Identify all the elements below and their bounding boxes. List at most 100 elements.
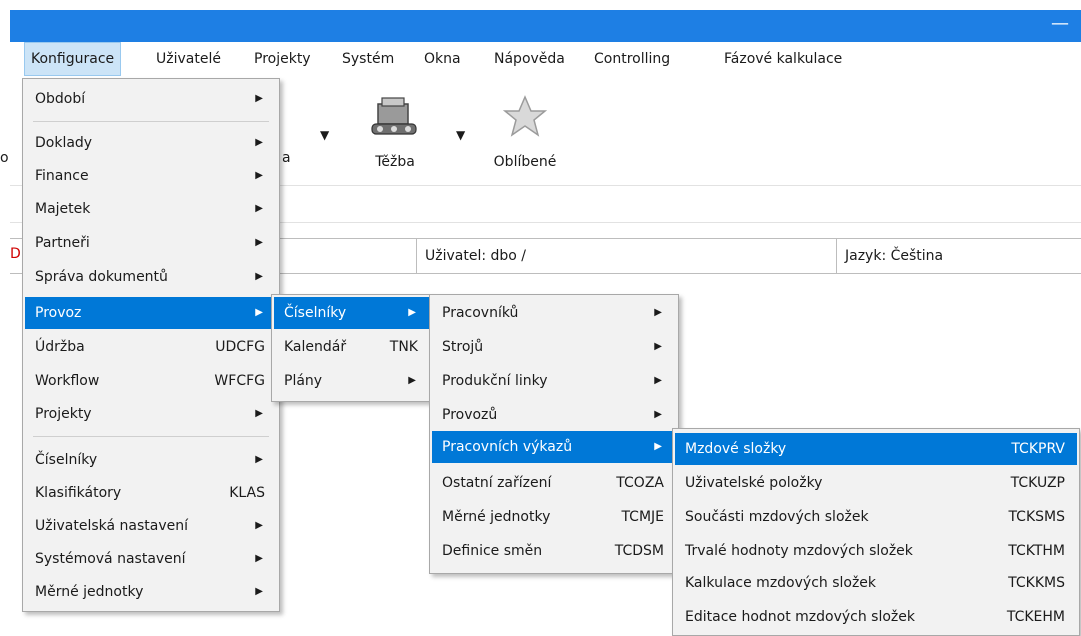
menu-item-label: Provozů — [442, 407, 498, 423]
menu-item-projekty[interactable]: Projekty ▶ — [25, 398, 277, 430]
menu-item-klasifikatory[interactable]: Klasifikátory KLAS — [25, 477, 277, 509]
submenu-arrow-icon: ▶ — [255, 408, 263, 419]
submenu-arrow-icon: ▶ — [654, 341, 662, 352]
menu-item-shortcut: TNK — [389, 339, 418, 355]
menu-item-pracovniku[interactable]: Pracovníků ▶ — [432, 297, 676, 329]
menu-item-label: Projekty — [35, 406, 92, 422]
minimize-icon[interactable]: — — [1051, 13, 1069, 34]
menu-item-ciselniky[interactable]: Číselníky ▶ — [274, 297, 430, 329]
menu-item-label: Číselníky — [35, 452, 98, 468]
menu-item-workflow[interactable]: Workflow WFCFG — [25, 365, 277, 397]
menu-item-uzivatelska-nastaveni[interactable]: Uživatelská nastavení ▶ — [25, 510, 277, 542]
submenu-arrow-icon: ▶ — [654, 307, 662, 318]
menu-item-shortcut: TCOZA — [616, 475, 664, 491]
menu-item-shortcut: UDCFG — [215, 339, 265, 355]
tezba-button[interactable]: Těžba — [350, 88, 440, 178]
submenu-arrow-icon: ▶ — [654, 441, 662, 452]
menu-item-label: Správa dokumentů — [35, 269, 168, 285]
menu-item-shortcut: TCKEHM — [1006, 609, 1065, 625]
menu-item-systemova-nastaveni[interactable]: Systémová nastavení ▶ — [25, 543, 277, 575]
menu-item-provoz[interactable]: Provoz ▶ — [25, 297, 277, 329]
submenu-arrow-icon: ▶ — [255, 170, 263, 181]
provoz-submenu: Číselníky ▶ Kalendář TNK Plány ▶ — [271, 294, 433, 402]
menu-item-label: Produkční linky — [442, 373, 548, 389]
oblibene-button[interactable]: Oblíbené — [480, 88, 570, 178]
title-bar: — — [10, 10, 1081, 42]
submenu-arrow-icon: ▶ — [255, 137, 263, 148]
menu-item-shortcut: TCKUZP — [1010, 475, 1065, 491]
menu-item-label: Finance — [35, 168, 89, 184]
submenu-arrow-icon: ▶ — [255, 307, 263, 318]
menu-item-label: Pracovníků — [442, 305, 519, 321]
dropdown-arrow-icon[interactable]: ▼ — [456, 128, 465, 142]
submenu-arrow-icon: ▶ — [255, 520, 263, 531]
menu-item-majetek[interactable]: Majetek ▶ — [25, 193, 277, 225]
menu-item-label: Součásti mzdových složek — [685, 509, 869, 525]
submenu-arrow-icon: ▶ — [255, 553, 263, 564]
menu-item-plany[interactable]: Plány ▶ — [274, 365, 430, 397]
menu-item-sprava-dokumentu[interactable]: Správa dokumentů ▶ — [25, 261, 277, 293]
menu-item-shortcut: KLAS — [229, 485, 265, 501]
menu-item-stroju[interactable]: Strojů ▶ — [432, 331, 676, 363]
submenu-arrow-icon: ▶ — [654, 375, 662, 386]
menu-item-label: Doklady — [35, 135, 93, 151]
menu-item-mzdove-slozky[interactable]: Mzdové složky TCKPRV — [675, 433, 1077, 465]
menubar-item-napoveda[interactable]: Nápověda — [488, 42, 571, 76]
oblibene-label: Oblíbené — [493, 154, 557, 170]
menu-item-shortcut: TCKSMS — [1008, 509, 1065, 525]
menu-item-shortcut: TCDSM — [614, 543, 664, 559]
menu-item-label: Workflow — [35, 373, 100, 389]
menubar-item-uzivatele[interactable]: Uživatelé — [150, 42, 227, 76]
tezba-label: Těžba — [375, 154, 415, 170]
menu-item-finance[interactable]: Finance ▶ — [25, 160, 277, 192]
menubar-item-system[interactable]: Systém — [336, 42, 400, 76]
konfigurace-menu: Období ▶ Doklady ▶ Finance ▶ Majetek ▶ Partn… — [22, 78, 280, 612]
menu-item-soucasti-mzdovych-slozek[interactable]: Součásti mzdových složek TCKSMS — [675, 501, 1077, 533]
submenu-arrow-icon: ▶ — [255, 237, 263, 248]
menu-item-label: Měrné jednotky — [35, 584, 144, 600]
menu-item-ciselniky[interactable]: Číselníky ▶ — [25, 444, 277, 476]
menu-item-label: Systémová nastavení — [35, 551, 186, 567]
menu-item-label: Měrné jednotky — [442, 509, 551, 525]
menu-item-definice-smen[interactable]: Definice směn TCDSM — [432, 535, 676, 567]
menu-item-ostatni-zarizeni[interactable]: Ostatní zařízení TCOZA — [432, 467, 676, 499]
menu-item-label: Strojů — [442, 339, 484, 355]
menu-item-label: Údržba — [35, 339, 85, 355]
menu-item-label: Ostatní zařízení — [442, 475, 552, 491]
menu-item-kalendar[interactable]: Kalendář TNK — [274, 331, 430, 363]
menu-item-trvale-hodnoty[interactable]: Trvalé hodnoty mzdových složek TCKTHM — [675, 535, 1077, 567]
menu-item-obdobi[interactable]: Období ▶ — [25, 83, 277, 115]
menu-item-merne-jednotky[interactable]: Měrné jednotky ▶ — [25, 576, 277, 608]
menu-item-doklady[interactable]: Doklady ▶ — [25, 127, 277, 159]
menu-item-merne-jednotky[interactable]: Měrné jednotky TCMJE — [432, 501, 676, 533]
menu-item-pracovnich-vykazu[interactable]: Pracovních výkazů ▶ — [432, 431, 676, 463]
menubar-item-okna[interactable]: Okna — [418, 42, 467, 76]
menu-item-label: Období — [35, 91, 86, 107]
menu-item-provozu[interactable]: Provozů ▶ — [432, 399, 676, 431]
menubar-item-controlling[interactable]: Controlling — [588, 42, 676, 76]
menu-item-kalkulace[interactable]: Kalkulace mzdových složek TCKKMS — [675, 567, 1077, 599]
menu-bar: Konfigurace Uživatelé Projekty Systém Ok… — [10, 42, 1081, 77]
submenu-arrow-icon: ▶ — [255, 93, 263, 104]
menubar-item-projekty[interactable]: Projekty — [248, 42, 317, 76]
dropdown-arrow-icon[interactable]: ▼ — [320, 128, 329, 142]
menu-item-uzivatelske-polozky[interactable]: Uživatelské položky TCKUZP — [675, 467, 1077, 499]
status-language: Jazyk: Čeština — [836, 239, 1081, 273]
submenu-arrow-icon: ▶ — [654, 409, 662, 420]
menu-item-shortcut: TCKPRV — [1011, 441, 1065, 457]
menu-item-label: Pracovních výkazů — [442, 439, 573, 455]
menu-item-label: Kalkulace mzdových složek — [685, 575, 877, 591]
menu-item-label: Uživatelská nastavení — [35, 518, 189, 534]
menu-item-label: Provoz — [35, 305, 82, 321]
menu-item-shortcut: TCMJE — [621, 509, 664, 525]
menu-item-label: Číselníky — [284, 305, 347, 321]
menubar-item-konfigurace[interactable]: Konfigurace — [24, 42, 122, 76]
machine-icon — [371, 97, 417, 135]
menu-item-udrzba[interactable]: Údržba UDCFG — [25, 331, 277, 363]
pracovnich-vykazu-submenu: Mzdové složky TCKPRV Uživatelské položky T… — [672, 428, 1080, 636]
menu-item-produkcni-linky[interactable]: Produkční linky ▶ — [432, 365, 676, 397]
menubar-item-fazove-kalkulace[interactable]: Fázové kalkulace — [718, 42, 848, 76]
menu-item-partneri[interactable]: Partneři ▶ — [25, 227, 277, 259]
menu-item-editace-hodnot[interactable]: Editace hodnot mzdových složek TCKEHM — [675, 601, 1077, 633]
menu-item-label: Uživatelské položky — [685, 475, 823, 491]
